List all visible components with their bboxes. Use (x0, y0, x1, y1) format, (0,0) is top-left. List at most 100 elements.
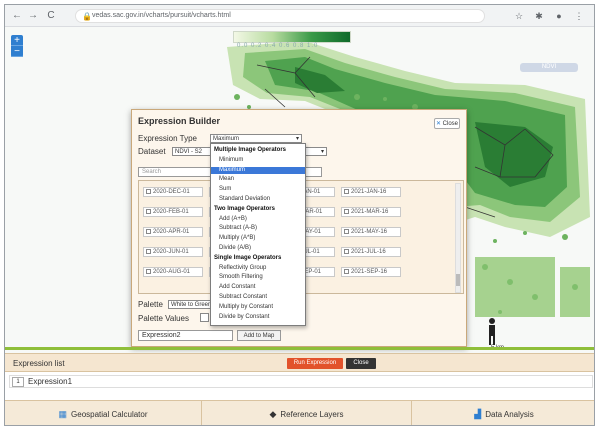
reload-icon[interactable]: C (45, 10, 57, 22)
zoom-control: + − (11, 35, 23, 57)
checkbox-icon[interactable] (146, 248, 151, 254)
menu-item[interactable]: Mean (211, 176, 305, 183)
zoom-in-button[interactable]: + (11, 35, 23, 46)
palette-label: Palette (138, 300, 163, 309)
date-chip-label: 2020-JUN-01 (153, 249, 189, 255)
layers-icon: ◆ (269, 409, 277, 419)
date-chip-label: 2021-MAY-16 (351, 229, 388, 235)
menu-item[interactable]: Maximum (211, 166, 305, 174)
menu-item[interactable]: Divide (A/B) (211, 245, 305, 252)
checkbox-icon[interactable] (344, 268, 349, 274)
menu-item[interactable]: Add Constant (211, 284, 305, 291)
menu-item[interactable]: Multiply by Constant (211, 304, 305, 311)
add-to-map-button[interactable]: Add to Map (237, 330, 281, 341)
checkbox-icon[interactable] (344, 188, 349, 194)
date-chip-label: 2020-FEB-01 (153, 209, 189, 215)
menu-item[interactable]: Divide by Constant (211, 314, 305, 321)
menu-item[interactable]: Subtract (A-B) (211, 225, 305, 232)
menu-kebab-icon[interactable]: ⋮ (573, 10, 585, 22)
expression-list-label: Expression list (13, 359, 65, 368)
chevron-down-icon: ▾ (295, 136, 299, 142)
checkbox-icon[interactable] (146, 188, 151, 194)
date-chip[interactable]: 2021-JAN-16 (341, 187, 401, 197)
forward-icon[interactable]: → (27, 10, 39, 22)
menu-group-header: Two Image Operators (214, 205, 275, 212)
chevron-down-icon: ▾ (320, 149, 324, 155)
menu-group-header: Single Image Operators (214, 254, 282, 261)
date-chip[interactable]: 2020-AUG-01 (143, 267, 203, 277)
checkbox-icon[interactable] (344, 228, 349, 234)
menu-item[interactable]: Subtract Constant (211, 294, 305, 301)
date-chip-label: 2021-SEP-16 (351, 269, 388, 275)
menu-item[interactable]: Standard Deviation (211, 196, 305, 203)
date-chip-label: 2020-APR-01 (153, 229, 190, 235)
tab-label: Reference Layers (280, 410, 344, 419)
date-chip-label: 2021-JUL-16 (351, 249, 386, 255)
tab-label: Geospatial Calculator (71, 410, 148, 419)
expression-type-select[interactable]: Maximum ▾ (210, 134, 302, 143)
menu-item[interactable]: Minimum (211, 157, 305, 164)
date-chip[interactable]: 2020-APR-01 (143, 227, 203, 237)
chart-icon: ▟ (474, 409, 482, 419)
date-chip[interactable]: 2020-FEB-01 (143, 207, 203, 217)
row-number: 1 (12, 377, 24, 387)
run-expression-button[interactable]: Run Expression (287, 358, 343, 369)
tab-label: Data Analysis (485, 410, 534, 419)
profile-icon[interactable]: ● (553, 10, 565, 22)
date-chip-label: 2020-AUG-01 (153, 269, 191, 275)
expression-name: Expression1 (28, 377, 73, 386)
expression-list-row[interactable]: 1 Expression1 (9, 375, 593, 388)
bottom-tab-bar: ▦ Geospatial Calculator ◆ Reference Layers… (5, 400, 594, 425)
layer-pill[interactable]: NDVI (520, 63, 578, 72)
menu-group-header: Multiple Image Operators (214, 147, 287, 153)
menu-item[interactable]: Reflectivity Group (211, 265, 305, 272)
date-chip[interactable]: 2021-SEP-16 (341, 267, 401, 277)
dataset-label: Dataset (138, 147, 166, 156)
address-bar[interactable]: 🔒 vedas.sac.gov.in/vcharts/pursuit/vchar… (75, 9, 485, 23)
list-scrollbar[interactable] (455, 183, 461, 293)
checkbox-icon[interactable] (146, 228, 151, 234)
palette-values-label: Palette Values (138, 314, 189, 323)
address-url: vedas.sac.gov.in/vcharts/pursuit/vcharts… (92, 12, 231, 19)
date-chip-label: 2021-MAR-16 (351, 209, 389, 215)
palette-values-checkbox[interactable] (200, 313, 209, 322)
expression-type-value: Maximum (213, 136, 240, 142)
back-icon[interactable]: ← (11, 10, 23, 22)
palette-select[interactable]: White to Green (168, 300, 214, 309)
menu-item[interactable]: Smooth Filtering (211, 274, 305, 281)
tab-geospatial-calculator[interactable]: ▦ Geospatial Calculator (5, 401, 202, 425)
close-dialog-button[interactable]: ✕ Close (434, 118, 460, 129)
date-chip-label: 2021-JAN-16 (351, 189, 387, 195)
menu-item[interactable]: Sum (211, 186, 305, 193)
lock-icon: 🔒 (82, 12, 92, 21)
close-icon: ✕ (435, 121, 441, 127)
panel-divider (5, 347, 594, 350)
date-chip[interactable]: 2020-JUN-01 (143, 247, 203, 257)
tab-data-analysis[interactable]: ▟ Data Analysis (412, 401, 594, 425)
checkbox-icon[interactable] (146, 208, 151, 214)
menu-item[interactable]: Add (A+B) (211, 216, 305, 223)
date-chip[interactable]: 2021-MAY-16 (341, 227, 401, 237)
expression-list-bar: Expression list Run Expression Close (5, 353, 594, 372)
expression-name-input[interactable]: Expression2 (138, 330, 233, 341)
checkbox-icon[interactable] (146, 268, 151, 274)
extension-icon[interactable]: ✱ (533, 10, 545, 22)
close-label: Close (442, 121, 459, 127)
date-chip-label: 2020-DEC-01 (153, 189, 190, 195)
palette-value: White to Green (171, 302, 212, 308)
dataset-value: NDVI - S2 (175, 149, 203, 155)
tab-reference-layers[interactable]: ◆ Reference Layers (202, 401, 412, 425)
bookmark-star-icon[interactable]: ☆ (513, 10, 525, 22)
zoom-out-button[interactable]: − (11, 46, 23, 57)
browser-toolbar: ← → C 🔒 vedas.sac.gov.in/vcharts/pursuit… (5, 5, 594, 27)
checkbox-icon[interactable] (344, 248, 349, 254)
date-chip[interactable]: 2021-JUL-16 (341, 247, 401, 257)
scrollbar-thumb[interactable] (456, 274, 460, 286)
close-list-button[interactable]: Close (346, 358, 376, 369)
checkbox-icon[interactable] (344, 208, 349, 214)
date-chip[interactable]: 2021-MAR-16 (341, 207, 401, 217)
date-chip[interactable]: 2020-DEC-01 (143, 187, 203, 197)
ndvi-legend-bar (233, 31, 351, 43)
street-view-person-icon[interactable] (485, 317, 499, 347)
menu-item[interactable]: Multiply (A*B) (211, 235, 305, 242)
